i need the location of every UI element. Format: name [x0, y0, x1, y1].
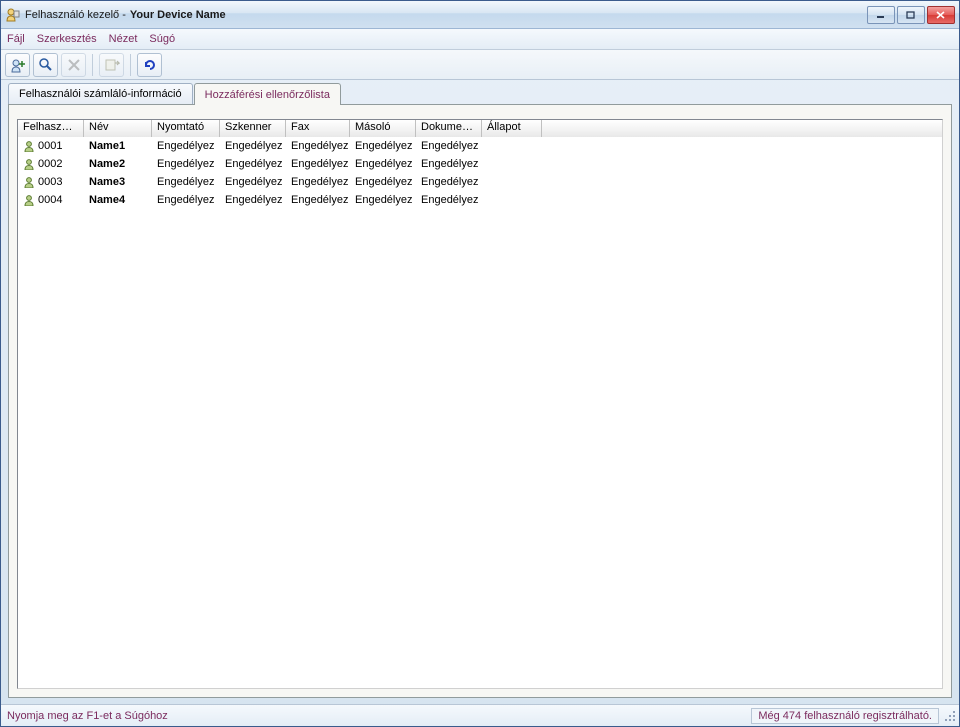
- menu-file[interactable]: Fájl: [7, 33, 25, 45]
- cell-name: Name1: [84, 140, 152, 152]
- app-icon: [5, 7, 21, 23]
- cell-user: 0002: [18, 158, 84, 170]
- minimize-button[interactable]: [867, 6, 895, 24]
- status-remaining: Még 474 felhasználó regisztrálható.: [751, 708, 939, 724]
- cell-scanner: Engedélyez: [220, 158, 286, 170]
- cell-name: Name2: [84, 158, 152, 170]
- cell-copier: Engedélyez: [350, 140, 416, 152]
- title-app: Felhasználó kezelő -: [25, 9, 126, 21]
- listview-body[interactable]: 0001Name1EngedélyezEngedélyezEngedélyezE…: [18, 137, 942, 688]
- col-scanner[interactable]: Szkenner: [220, 120, 286, 137]
- content-area: Felhasználói számláló-információ Hozzáfé…: [8, 82, 952, 698]
- cell-scanner: Engedélyez: [220, 140, 286, 152]
- cell-fax: Engedélyez: [286, 194, 350, 206]
- cell-scanner: Engedélyez: [220, 176, 286, 188]
- delete-button: [61, 53, 86, 77]
- search-button[interactable]: [33, 53, 58, 77]
- refresh-button[interactable]: [137, 53, 162, 77]
- tabstrip: Felhasználói számláló-információ Hozzáfé…: [8, 82, 952, 104]
- cell-printer: Engedélyez: [152, 176, 220, 188]
- cell-doc: Engedélyez: [416, 176, 482, 188]
- cell-fax: Engedélyez: [286, 176, 350, 188]
- table-row[interactable]: 0002Name2EngedélyezEngedélyezEngedélyezE…: [18, 155, 942, 173]
- menu-edit[interactable]: Szerkesztés: [37, 33, 97, 45]
- cell-fax: Engedélyez: [286, 140, 350, 152]
- toolbar-separator: [92, 54, 93, 76]
- col-doc[interactable]: Dokumen...: [416, 120, 482, 137]
- cell-doc: Engedélyez: [416, 140, 482, 152]
- col-filler: [542, 120, 942, 137]
- toolbar: [1, 50, 959, 80]
- close-button[interactable]: [927, 6, 955, 24]
- table-row[interactable]: 0004Name4EngedélyezEngedélyezEngedélyezE…: [18, 191, 942, 209]
- col-fax[interactable]: Fax: [286, 120, 350, 137]
- add-user-button[interactable]: [5, 53, 30, 77]
- cell-copier: Engedélyez: [350, 194, 416, 206]
- tab-access-list[interactable]: Hozzáférési ellenőrzőlista: [194, 83, 341, 105]
- window-controls: [867, 6, 955, 24]
- cell-printer: Engedélyez: [152, 140, 220, 152]
- table-row[interactable]: 0003Name3EngedélyezEngedélyezEngedélyezE…: [18, 173, 942, 191]
- user-listview[interactable]: Felhasználó Név Nyomtató Szkenner Fax Má…: [17, 119, 943, 689]
- col-user[interactable]: Felhasználó: [18, 120, 84, 137]
- cell-user: 0004: [18, 194, 84, 206]
- tab-panel-access: Felhasználó Név Nyomtató Szkenner Fax Má…: [8, 104, 952, 698]
- titlebar[interactable]: Felhasználó kezelő - Your Device Name: [1, 1, 959, 29]
- resize-grip-icon[interactable]: [943, 709, 957, 723]
- col-printer[interactable]: Nyomtató: [152, 120, 220, 137]
- cell-printer: Engedélyez: [152, 194, 220, 206]
- cell-user: 0003: [18, 176, 84, 188]
- cell-doc: Engedélyez: [416, 194, 482, 206]
- menu-view[interactable]: Nézet: [109, 33, 138, 45]
- cell-fax: Engedélyez: [286, 158, 350, 170]
- cell-copier: Engedélyez: [350, 158, 416, 170]
- cell-printer: Engedélyez: [152, 158, 220, 170]
- col-name[interactable]: Név: [84, 120, 152, 137]
- cell-name: Name4: [84, 194, 152, 206]
- table-row[interactable]: 0001Name1EngedélyezEngedélyezEngedélyezE…: [18, 137, 942, 155]
- window-title: Felhasználó kezelő - Your Device Name: [25, 9, 867, 21]
- statusbar: Nyomja meg az F1-et a Súgóhoz Még 474 fe…: [1, 704, 959, 726]
- cell-user: 0001: [18, 140, 84, 152]
- cell-name: Name3: [84, 176, 152, 188]
- cell-doc: Engedélyez: [416, 158, 482, 170]
- title-device: Your Device Name: [130, 9, 226, 21]
- app-window: Felhasználó kezelő - Your Device Name Fá…: [0, 0, 960, 727]
- menubar: Fájl Szerkesztés Nézet Súgó: [1, 29, 959, 50]
- maximize-button[interactable]: [897, 6, 925, 24]
- col-copier[interactable]: Másoló: [350, 120, 416, 137]
- toolbar-separator: [130, 54, 131, 76]
- cell-copier: Engedélyez: [350, 176, 416, 188]
- export-button: [99, 53, 124, 77]
- cell-scanner: Engedélyez: [220, 194, 286, 206]
- status-hint: Nyomja meg az F1-et a Súgóhoz: [7, 710, 168, 722]
- menu-help[interactable]: Súgó: [149, 33, 175, 45]
- col-status[interactable]: Állapot: [482, 120, 542, 137]
- listview-header: Felhasználó Név Nyomtató Szkenner Fax Má…: [18, 120, 942, 137]
- tab-counter-info[interactable]: Felhasználói számláló-információ: [8, 83, 193, 104]
